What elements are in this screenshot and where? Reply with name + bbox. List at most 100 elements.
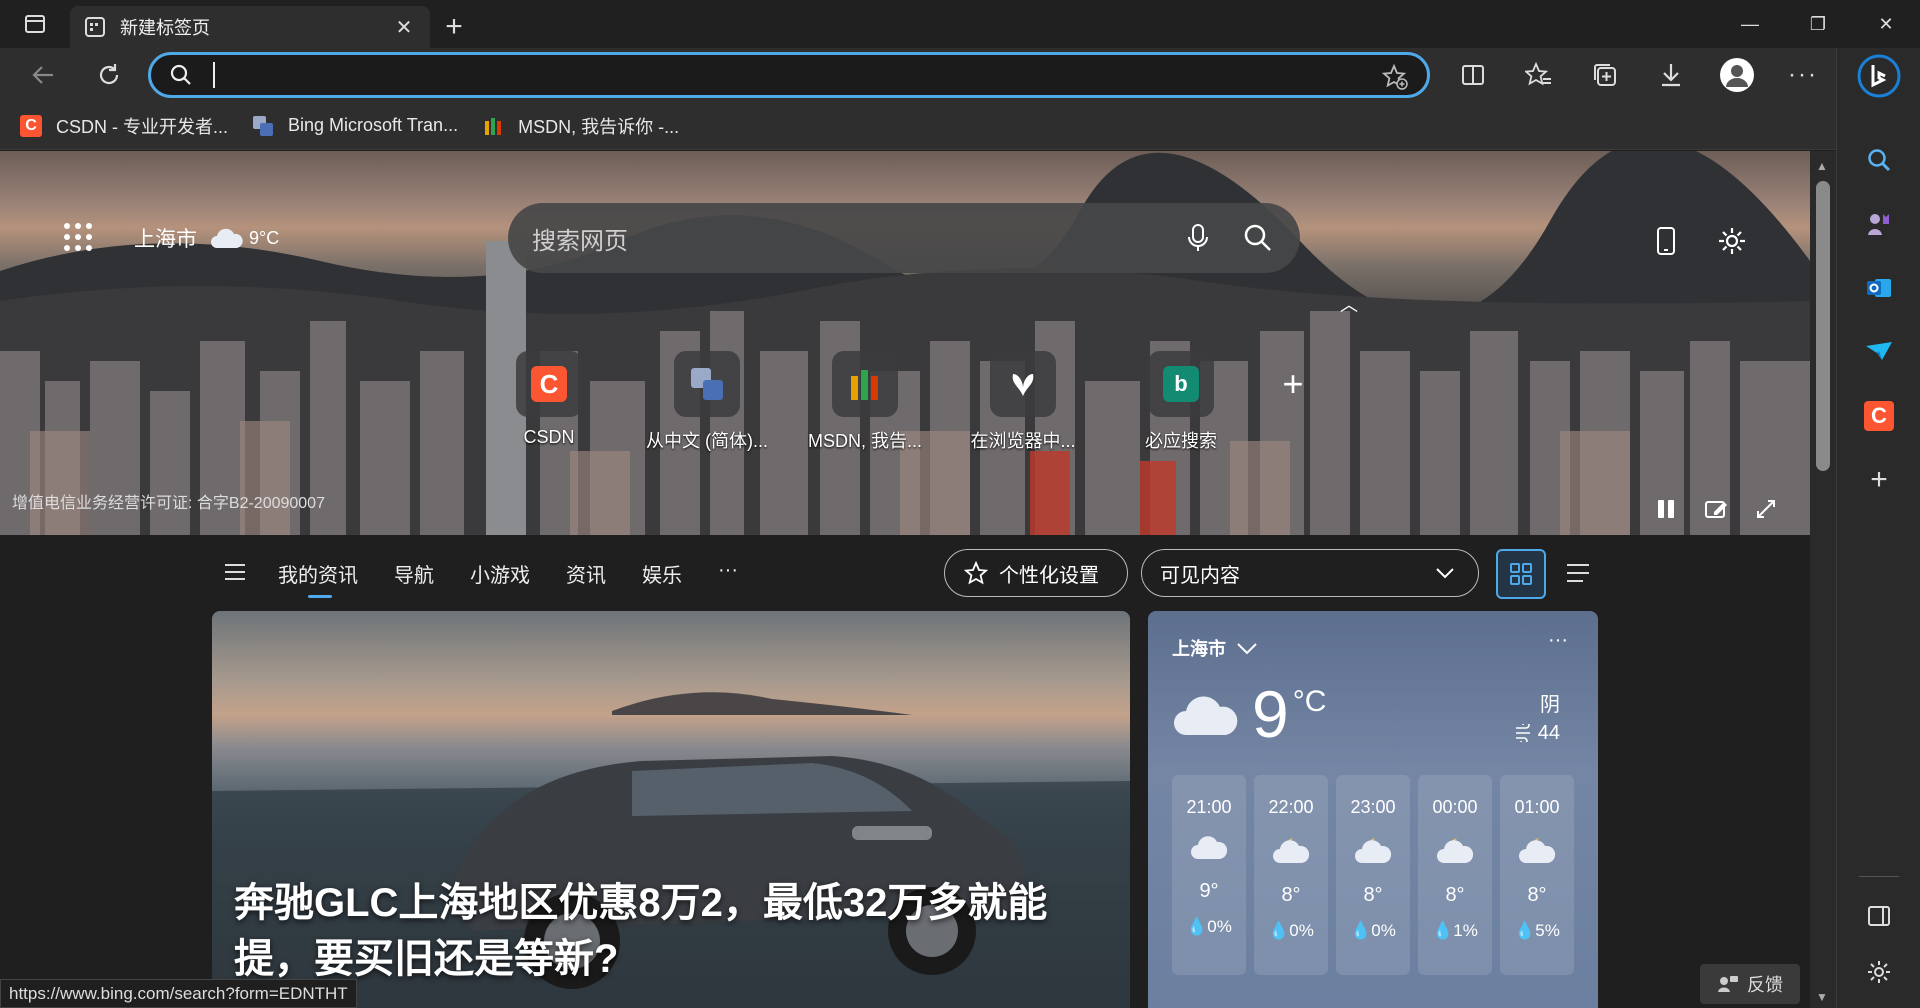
collections-button[interactable] (1572, 48, 1638, 102)
hourly-item[interactable]: 22:00 8° 💧0% (1254, 775, 1328, 975)
weather-card[interactable]: 上海市 ··· 9 °C 阴 44 21:00 9° 💧0% 22:00 8° … (1148, 611, 1598, 1008)
tab-new[interactable]: 新建标签页 ✕ (70, 6, 430, 48)
sidebar-csdn-button[interactable]: C (1837, 388, 1920, 444)
scrollbar-thumb[interactable] (1816, 181, 1830, 471)
tab-title: 新建标签页 (120, 18, 210, 38)
bookmark-msdn[interactable]: MSDN, 我告诉你 -... (482, 113, 679, 139)
more-menu-button[interactable]: ··· (1770, 48, 1836, 102)
bookmark-bing-translator[interactable]: Bing Microsoft Tran... (252, 115, 458, 137)
news-headline[interactable]: 奔驰GLC上海地区优惠8万2，最低32万多就能提，要买旧还是等新? (234, 875, 1104, 987)
csdn-icon: C (1864, 401, 1894, 431)
back-button[interactable] (10, 48, 76, 102)
tab-actions-button[interactable] (0, 0, 70, 48)
partly-cloudy-night-icon (1437, 838, 1474, 863)
new-tab-button[interactable]: + (430, 6, 478, 48)
feedback-button[interactable]: 反馈 (1700, 964, 1800, 1004)
sidebar-outlook-button[interactable] (1837, 260, 1920, 316)
personalize-button[interactable]: 个性化设置 (944, 549, 1128, 597)
sidebar-games-button[interactable] (1837, 196, 1920, 252)
butterfly-icon (1012, 374, 1034, 396)
condition-text: 阴 (1540, 694, 1560, 716)
hour-time: 23:00 (1350, 797, 1396, 817)
pause-background-button[interactable] (1648, 491, 1684, 527)
bookmark-csdn[interactable]: C CSDN - 专业开发者... (20, 113, 228, 139)
search-submit-button[interactable] (1228, 223, 1288, 253)
quicklink-browser-game[interactable]: 在浏览器中... (944, 351, 1102, 453)
grid-icon (1510, 563, 1532, 585)
quicklink-tile: C (516, 351, 582, 417)
address-bar[interactable] (148, 52, 1430, 98)
tab-entertainment[interactable]: 娱乐 (642, 559, 682, 598)
rain-chance: 0% (1371, 921, 1396, 940)
quicklink-msdn[interactable]: MSDN, 我告... (786, 351, 944, 453)
sidebar-search-button[interactable] (1837, 132, 1920, 188)
license-text[interactable]: 增值电信业务经营许可证: 合字B2-20090007 (12, 489, 325, 513)
weather-city-selector[interactable]: 上海市 (1172, 635, 1258, 661)
hourly-item[interactable]: 00:00 8° 💧1% (1418, 775, 1492, 975)
hero-location: 上海市 (134, 228, 197, 251)
bookmark-label: MSDN, 我告诉你 -... (518, 116, 680, 137)
rain-chance: 1% (1453, 921, 1478, 940)
hourly-item[interactable]: 23:00 8° 💧0% (1336, 775, 1410, 975)
hour-rain: 💧0% (1268, 921, 1314, 940)
avatar-icon (1720, 58, 1754, 92)
hour-temp: 8° (1527, 884, 1547, 906)
visible-content-dropdown[interactable]: 可见内容 (1141, 549, 1479, 597)
edit-background-button[interactable] (1698, 491, 1734, 527)
favorites-button[interactable] (1506, 48, 1572, 102)
add-favorite-icon[interactable] (1381, 63, 1409, 91)
expand-background-button[interactable] (1748, 491, 1784, 527)
quicklink-csdn[interactable]: C CSDN (470, 351, 628, 453)
phone-sync-button[interactable] (1646, 221, 1686, 261)
page-settings-button[interactable] (1712, 221, 1752, 261)
apps-launcher-icon[interactable] (62, 221, 94, 253)
minimize-button[interactable]: — (1716, 0, 1784, 48)
personalize-label: 个性化设置 (999, 564, 1099, 587)
sparkle-star-icon (963, 560, 989, 585)
hour-time: 21:00 (1186, 797, 1232, 817)
hourly-item[interactable]: 01:00 8° 💧5% (1500, 775, 1574, 975)
tab-more[interactable]: ··· (718, 559, 738, 598)
weather-more-button[interactable]: ··· (1548, 629, 1568, 652)
quicklink-bing[interactable]: b 必应搜索 (1102, 351, 1260, 453)
cloud-icon (1191, 836, 1228, 859)
collapse-chevron-icon[interactable]: ︿ (1340, 291, 1358, 317)
voice-search-button[interactable] (1168, 223, 1228, 253)
tab-games[interactable]: 小游戏 (470, 559, 530, 598)
hero-weather[interactable]: 上海市 9°C (134, 223, 279, 253)
tab-news[interactable]: 资讯 (566, 559, 606, 598)
pause-icon (1658, 500, 1674, 518)
bing-copilot-button[interactable] (1837, 48, 1920, 104)
games-icon (1868, 214, 1889, 235)
close-icon[interactable]: ✕ (392, 15, 416, 39)
toolbar-actions: ··· (1440, 48, 1836, 102)
tab-navigation[interactable]: 导航 (394, 559, 434, 598)
restore-button[interactable]: ❐ (1784, 0, 1852, 48)
sidebar-add-button[interactable]: + (1837, 452, 1920, 508)
visible-content-label: 可见内容 (1160, 564, 1240, 587)
microphone-icon (1188, 224, 1208, 251)
add-quicklink-button[interactable]: + (1260, 351, 1326, 417)
sidebar-settings-button[interactable] (1837, 944, 1920, 1000)
tab-my-feed[interactable]: 我的资讯 (278, 559, 358, 598)
split-screen-button[interactable] (1440, 48, 1506, 102)
hourly-item[interactable]: 21:00 9° 💧0% (1172, 775, 1246, 975)
refresh-button[interactable] (76, 48, 142, 102)
window-close-button[interactable]: ✕ (1852, 0, 1920, 48)
hide-sidebar-button[interactable] (1837, 888, 1920, 944)
page-scrollbar[interactable]: ▲ ▼ (1810, 151, 1836, 1008)
downloads-button[interactable] (1638, 48, 1704, 102)
bing-icon: b (1163, 366, 1199, 402)
sidebar-drop-button[interactable] (1837, 324, 1920, 380)
news-card[interactable]: 奔驰GLC上海地区优惠8万2，最低32万多就能提，要买旧还是等新? (212, 611, 1130, 1008)
grid-layout-button[interactable] (1496, 549, 1546, 599)
quicklink-translator[interactable]: 从中文 (简体)... (628, 351, 786, 453)
scroll-down-icon[interactable]: ▼ (1816, 990, 1828, 1004)
translator-icon (253, 115, 274, 136)
hamburger-menu-icon[interactable] (224, 563, 246, 581)
favorites-icon (1525, 61, 1551, 86)
web-search-box[interactable]: 搜索网页 (508, 203, 1300, 273)
list-layout-button[interactable] (1560, 555, 1596, 591)
scroll-up-icon[interactable]: ▲ (1816, 159, 1828, 173)
profile-button[interactable] (1704, 48, 1770, 102)
